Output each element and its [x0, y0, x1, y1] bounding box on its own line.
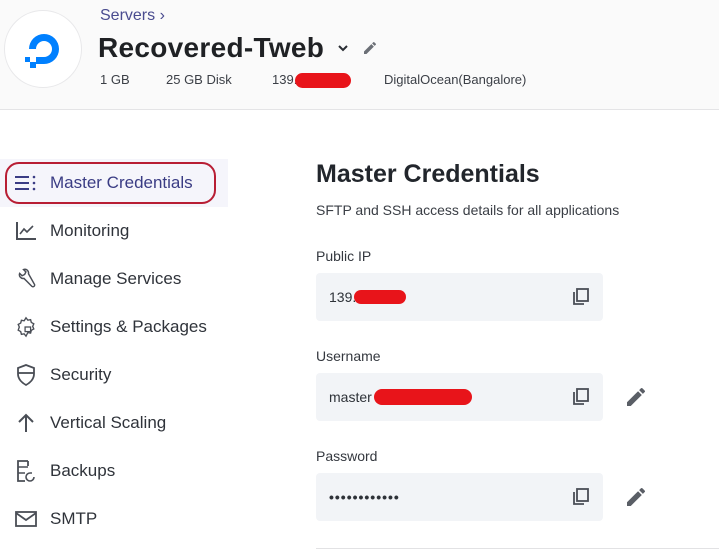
public-ip-label: Public IP — [316, 248, 372, 264]
mail-icon — [14, 507, 38, 531]
username-label: Username — [316, 348, 381, 364]
password-value: •••••••••••• — [329, 489, 400, 505]
copy-icon[interactable] — [571, 487, 591, 507]
sidebar-item-master-credentials[interactable]: Master Credentials — [0, 159, 228, 207]
arrow-up-icon — [14, 411, 38, 435]
chevron-down-icon[interactable] — [336, 41, 350, 55]
breadcrumb-servers[interactable]: Servers › — [100, 7, 165, 25]
server-ip: 139. — [272, 72, 352, 89]
digitalocean-logo-icon — [25, 34, 59, 68]
copy-icon[interactable] — [571, 387, 591, 407]
list-icon — [14, 171, 38, 195]
sidebar-item-monitoring[interactable]: Monitoring — [0, 207, 228, 255]
public-ip-field: 139. — [316, 273, 603, 321]
public-ip-value: 139. — [329, 289, 357, 305]
redaction-mark — [373, 389, 472, 405]
server-provider: DigitalOcean(Bangalore) — [384, 72, 527, 87]
gear-icon — [14, 315, 38, 339]
sidebar-item-label: SMTP — [50, 509, 98, 528]
sidebar-item-smtp[interactable]: SMTP — [0, 495, 228, 543]
divider — [316, 548, 719, 549]
copy-icon[interactable] — [571, 287, 591, 307]
server-name: Recovered-Tweb — [98, 32, 325, 63]
password-field: •••••••••••• — [316, 473, 603, 521]
sidebar-item-backups[interactable]: Backups — [0, 447, 228, 495]
digitalocean-logo — [4, 10, 82, 88]
redaction-mark — [295, 73, 352, 89]
redaction-mark — [354, 290, 407, 304]
backup-icon — [14, 459, 38, 483]
wrench-icon — [14, 267, 38, 291]
sidebar-item-vertical-scaling[interactable]: Vertical Scaling — [0, 399, 228, 447]
sidebar-item-label: Monitoring — [50, 221, 130, 240]
pencil-icon[interactable] — [362, 40, 378, 56]
shield-icon — [14, 363, 38, 387]
server-ip-prefix: 139. — [272, 72, 298, 87]
credentials-panel: Master Credentials SFTP and SSH access d… — [316, 160, 719, 549]
page-title: Master Credentials — [316, 160, 540, 188]
page-subtitle: SFTP and SSH access details for all appl… — [316, 202, 620, 218]
server-ram: 1 GB — [100, 72, 130, 87]
server-header: Servers › Recovered-Tweb 1 GB 25 GB Disk… — [0, 0, 719, 110]
sidebar-item-settings-packages[interactable]: Settings & Packages — [0, 303, 228, 351]
sidebar-item-label: Vertical Scaling — [50, 413, 167, 432]
chart-line-icon — [14, 219, 38, 243]
sidebar-item-label: Backups — [50, 461, 116, 480]
edit-password-pencil-icon[interactable] — [624, 485, 648, 509]
username-field: master — [316, 373, 603, 421]
sidebar-item-manage-services[interactable]: Manage Services — [0, 255, 228, 303]
username-value: master — [329, 389, 372, 405]
sidebar-item-label: Manage Services — [50, 269, 182, 288]
server-disk: 25 GB Disk — [166, 72, 232, 87]
sidebar-item-label: Security — [50, 365, 112, 384]
sidebar-item-security[interactable]: Security — [0, 351, 228, 399]
sidebar-item-label: Master Credentials — [50, 173, 193, 192]
password-label: Password — [316, 448, 378, 464]
sidebar-item-label: Settings & Packages — [50, 317, 207, 336]
edit-username-pencil-icon[interactable] — [624, 385, 648, 409]
